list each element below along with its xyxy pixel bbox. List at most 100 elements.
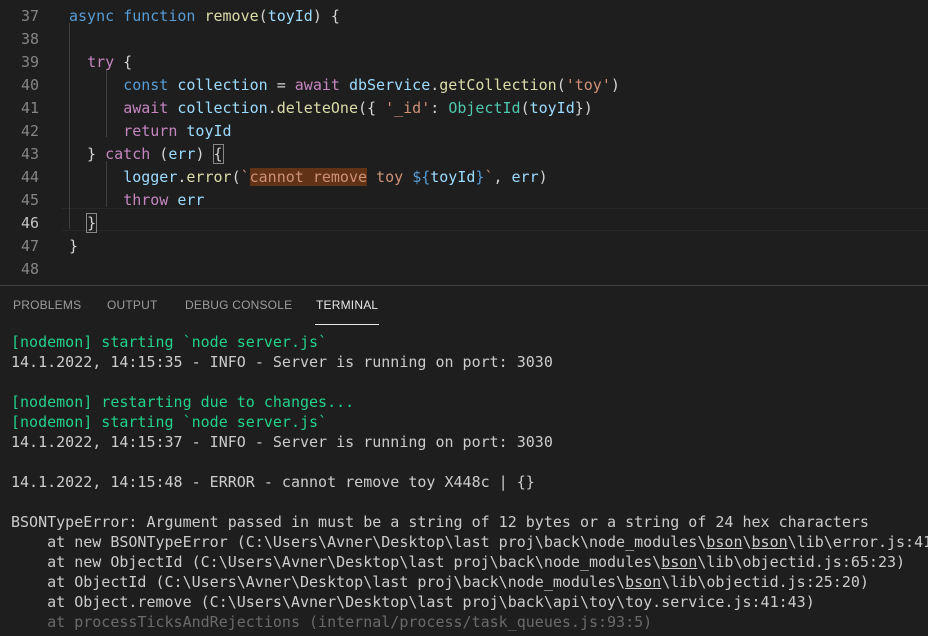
code-token: collection: [177, 76, 268, 94]
terminal-text: at new ObjectId (C:\Users\Avner\Desktop\…: [11, 553, 662, 571]
code-line[interactable]: 47}: [0, 235, 928, 258]
code-token: err: [511, 168, 539, 186]
code-token: try: [87, 53, 115, 71]
line-number: 45: [20, 191, 39, 209]
code-text: await collection.deleteOne({ '_id': Obje…: [69, 97, 593, 120]
code-token: {: [114, 53, 133, 71]
terminal-line: 14.1.2022, 14:15:35 - INFO - Server is r…: [11, 352, 553, 372]
code-line[interactable]: 38: [0, 28, 928, 51]
code-token: collection: [177, 99, 268, 117]
code-token: ObjectId: [448, 99, 521, 117]
code-token: (: [520, 99, 530, 117]
terminal-link[interactable]: bson: [752, 533, 788, 551]
code-line[interactable]: 45 throw err: [0, 189, 928, 212]
code-token: throw: [123, 191, 169, 209]
code-token: toyId: [529, 99, 575, 117]
code-token: }: [86, 213, 98, 233]
tab-output[interactable]: OUTPUT: [107, 298, 158, 312]
code-token: `: [240, 168, 250, 186]
code-token: ): [195, 145, 214, 163]
active-tab-indicator: [315, 324, 379, 325]
code-text: }: [69, 212, 98, 235]
code-text: logger.error(`cannot remove toy ${toyId}…: [69, 166, 548, 189]
code-token: toyId: [186, 122, 232, 140]
code-token: (: [231, 168, 241, 186]
code-text: try {: [69, 51, 132, 74]
code-token: ): [610, 76, 620, 94]
terminal-link[interactable]: bson: [625, 573, 661, 591]
terminal-link[interactable]: bson: [706, 533, 742, 551]
line-number: 44: [20, 168, 39, 186]
code-token: remove: [204, 7, 259, 25]
code-text: return toyId: [69, 120, 232, 143]
line-number: 40: [20, 76, 39, 94]
terminal-line: at new BSONTypeError (C:\Users\Avner\Des…: [11, 532, 928, 552]
code-token: =: [267, 76, 295, 94]
code-token: logger: [123, 168, 178, 186]
code-token: async: [69, 7, 115, 25]
code-line[interactable]: 48: [0, 258, 928, 281]
code-token: await: [294, 76, 340, 94]
code-editor[interactable]: 37 async function remove(toyId) {38 39 try…: [0, 0, 928, 285]
line-number: 41: [20, 99, 39, 117]
code-line[interactable]: 42 return toyId: [0, 120, 928, 143]
code-line[interactable]: 43 } catch (err) {: [0, 143, 928, 166]
code-line[interactable]: 46 }: [0, 212, 928, 235]
terminal-line: at new ObjectId (C:\Users\Avner\Desktop\…: [11, 552, 905, 572]
code-token: }: [69, 145, 106, 163]
code-text: async function remove(toyId) {: [69, 5, 340, 28]
line-number: 48: [20, 260, 39, 278]
line-number: 42: [20, 122, 39, 140]
terminal-line: [nodemon] starting `node server.js`: [11, 412, 327, 432]
tab-problems[interactable]: PROBLEMS: [13, 298, 81, 312]
terminal-line: [nodemon] restarting due to changes...: [11, 392, 354, 412]
code-token: err: [177, 191, 205, 209]
code-token: :: [430, 99, 449, 117]
terminal-text: at new BSONTypeError (C:\Users\Avner\Des…: [11, 533, 707, 551]
code-token: err: [168, 145, 196, 163]
tab-terminal[interactable]: TERMINAL: [316, 298, 378, 312]
code-text: } catch (err) {: [69, 143, 224, 166]
code-text: }: [69, 235, 78, 258]
line-number: 37: [20, 7, 39, 25]
code-token: toyId: [267, 7, 313, 25]
terminal-text: BSONTypeError: Argument passed in must b…: [11, 513, 869, 531]
code-token: cannot remove: [249, 168, 368, 186]
terminal-text: 14.1.2022, 14:15:35 - INFO - Server is r…: [11, 353, 553, 371]
terminal-text: 14.1.2022, 14:15:37 - INFO - Server is r…: [11, 433, 553, 451]
code-token: getCollection: [439, 76, 557, 94]
code-token: .: [267, 99, 277, 117]
tab-debug-console[interactable]: DEBUG CONSOLE: [185, 298, 292, 312]
terminal-text: [nodemon] starting `node server.js`: [11, 413, 328, 431]
code-token: catch: [105, 145, 151, 163]
terminal-link[interactable]: bson: [661, 553, 697, 571]
terminal-text: at processTicksAndRejections (internal/p…: [11, 613, 653, 631]
terminal-text: 14.1.2022, 14:15:48 - ERROR - cannot rem…: [11, 473, 535, 491]
code-token: (: [150, 145, 169, 163]
code-text: throw err: [69, 189, 204, 212]
terminal-text: \lib\objectid.js:25:20): [661, 573, 869, 591]
code-token: ${: [412, 168, 431, 186]
code-line[interactable]: 41 await collection.deleteOne({ '_id': O…: [0, 97, 928, 120]
terminal-line: [nodemon] starting `node server.js`: [11, 332, 327, 352]
code-line[interactable]: 40 const collection = await dbService.ge…: [0, 74, 928, 97]
terminal-line: BSONTypeError: Argument passed in must b…: [11, 512, 869, 532]
code-text: const collection = await dbService.getCo…: [69, 74, 620, 97]
code-line[interactable]: 44 logger.error(`cannot remove toy ${toy…: [0, 166, 928, 189]
terminal-line: at processTicksAndRejections (internal/p…: [11, 612, 652, 632]
code-token: error: [186, 168, 232, 186]
terminal-text: \lib\objectid.js:65:23): [697, 553, 906, 571]
code-line[interactable]: 37 async function remove(toyId) {: [0, 5, 928, 28]
code-token: dbService: [348, 76, 431, 94]
code-token: ) {: [312, 7, 340, 25]
code-line[interactable]: 39 try {: [0, 51, 928, 74]
code-token: const: [123, 76, 169, 94]
code-token: (: [556, 76, 566, 94]
code-token: ,: [493, 168, 512, 186]
terminal-text: at ObjectId (C:\Users\Avner\Desktop\last…: [11, 573, 626, 591]
